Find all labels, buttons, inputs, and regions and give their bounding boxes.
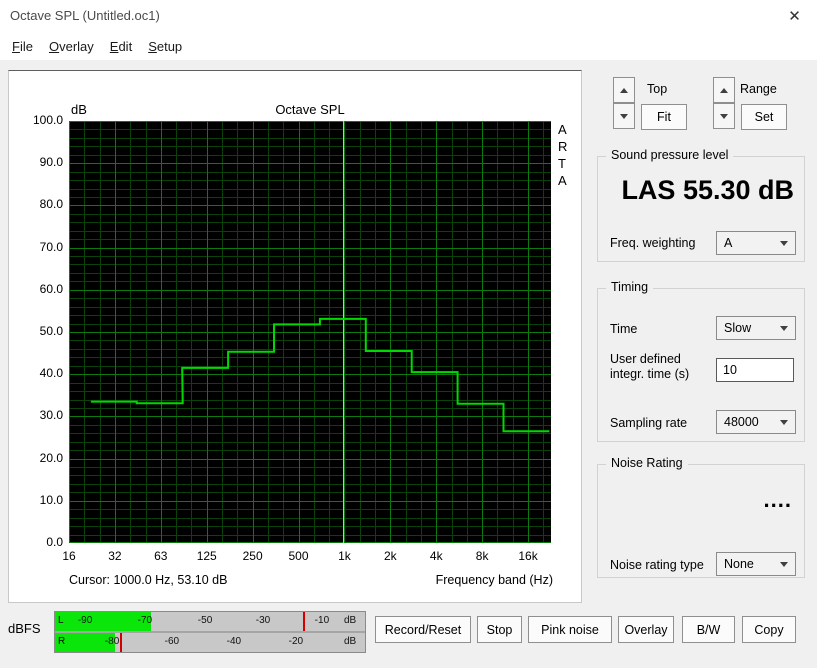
overlay-button[interactable]: Overlay <box>618 616 674 643</box>
fit-button[interactable]: Fit <box>641 104 687 130</box>
set-button[interactable]: Set <box>741 104 787 130</box>
range-spinner <box>713 77 735 129</box>
time-value: Slow <box>724 321 752 335</box>
timing-group-title: Timing <box>606 280 654 294</box>
arrow-up-icon <box>620 87 628 93</box>
spl-groupbox: Sound pressure level LAS 55.30 dB Freq. … <box>597 148 805 262</box>
noise-rating-groupbox: Noise Rating .... Noise rating type None <box>597 456 805 578</box>
range-label: Range <box>740 82 777 96</box>
meter-row-right: R -80 -60 -40 -20 dB <box>55 633 365 652</box>
menu-edit[interactable]: Edit <box>102 35 140 58</box>
meter-peak-left <box>303 612 305 631</box>
sampling-rate-label: Sampling rate <box>610 416 688 430</box>
octave-spl-chart[interactable] <box>69 121 551 543</box>
noise-rating-group-title: Noise Rating <box>606 456 688 470</box>
time-select[interactable]: Slow <box>716 316 796 340</box>
cursor-readout: Cursor: 1000.0 Hz, 53.10 dB <box>69 573 228 587</box>
menu-overlay[interactable]: Overlay <box>41 35 102 58</box>
spl-group-title: Sound pressure level <box>606 148 734 162</box>
app-window: Octave SPL (Untitled.oc1) ✕ File Overlay… <box>0 0 817 668</box>
x-axis-title: Frequency band (Hz) <box>435 573 553 587</box>
top-spin-up-button[interactable] <box>613 77 635 103</box>
freq-weighting-select[interactable]: A <box>716 231 796 255</box>
level-meter: L -90 -70 -50 -30 -10 dB R -80 -60 -40 -20 dB <box>54 611 366 653</box>
noise-rating-type-value: None <box>724 557 754 571</box>
menu-bar: File Overlay Edit Setup <box>0 32 817 60</box>
channel-right-label: R <box>58 636 66 647</box>
integr-time-input[interactable] <box>716 358 794 382</box>
sampling-rate-value: 48000 <box>724 415 759 429</box>
arrow-down-icon <box>720 113 728 119</box>
pink-noise-button[interactable]: Pink noise <box>528 616 612 643</box>
freq-weighting-label: Freq. weighting <box>610 236 696 250</box>
time-label: Time <box>610 322 638 336</box>
arrow-up-icon <box>720 87 728 93</box>
noise-rating-readout: .... <box>763 487 792 512</box>
stop-button[interactable]: Stop <box>477 616 522 643</box>
range-spin-up-button[interactable] <box>713 77 735 103</box>
top-spinner <box>613 77 635 129</box>
record-reset-button[interactable]: Record/Reset <box>375 616 471 643</box>
copy-button[interactable]: Copy <box>742 616 796 643</box>
menu-file[interactable]: File <box>4 35 41 58</box>
timing-groupbox: Timing Time Slow User defined integr. ti… <box>597 280 805 442</box>
title-bar[interactable]: Octave SPL (Untitled.oc1) ✕ <box>0 0 817 32</box>
bw-button[interactable]: B/W <box>682 616 735 643</box>
channel-left-label: L <box>58 615 64 626</box>
arrow-down-icon <box>620 113 628 119</box>
chevron-down-icon <box>780 325 788 331</box>
chevron-down-icon <box>780 561 788 567</box>
noise-rating-type-label: Noise rating type <box>610 558 704 572</box>
chevron-down-icon <box>780 419 788 425</box>
sampling-rate-select[interactable]: 48000 <box>716 410 796 434</box>
close-icon[interactable]: ✕ <box>772 0 817 32</box>
meter-row-left: L -90 -70 -50 -30 -10 dB <box>55 612 365 633</box>
range-spin-down-button[interactable] <box>713 103 735 129</box>
chevron-down-icon <box>780 240 788 246</box>
top-spin-down-button[interactable] <box>613 103 635 129</box>
arta-watermark: ARTA <box>558 122 568 188</box>
spl-readout: LAS 55.30 dB <box>621 175 794 205</box>
integr-time-label: User defined integr. time (s) <box>610 352 690 381</box>
window-title: Octave SPL (Untitled.oc1) <box>10 8 160 23</box>
plot-title: Octave SPL <box>275 102 345 117</box>
noise-rating-type-select[interactable]: None <box>716 552 796 576</box>
menu-setup[interactable]: Setup <box>140 35 190 58</box>
meter-peak-right <box>120 633 123 652</box>
top-label: Top <box>647 82 668 96</box>
plot-panel: dB Octave SPL ARTA 0.0 10.0 20.0 30.0 40.0 50… <box>8 70 582 603</box>
freq-weighting-value: A <box>724 236 733 250</box>
dbfs-label: dBFS <box>8 621 41 636</box>
